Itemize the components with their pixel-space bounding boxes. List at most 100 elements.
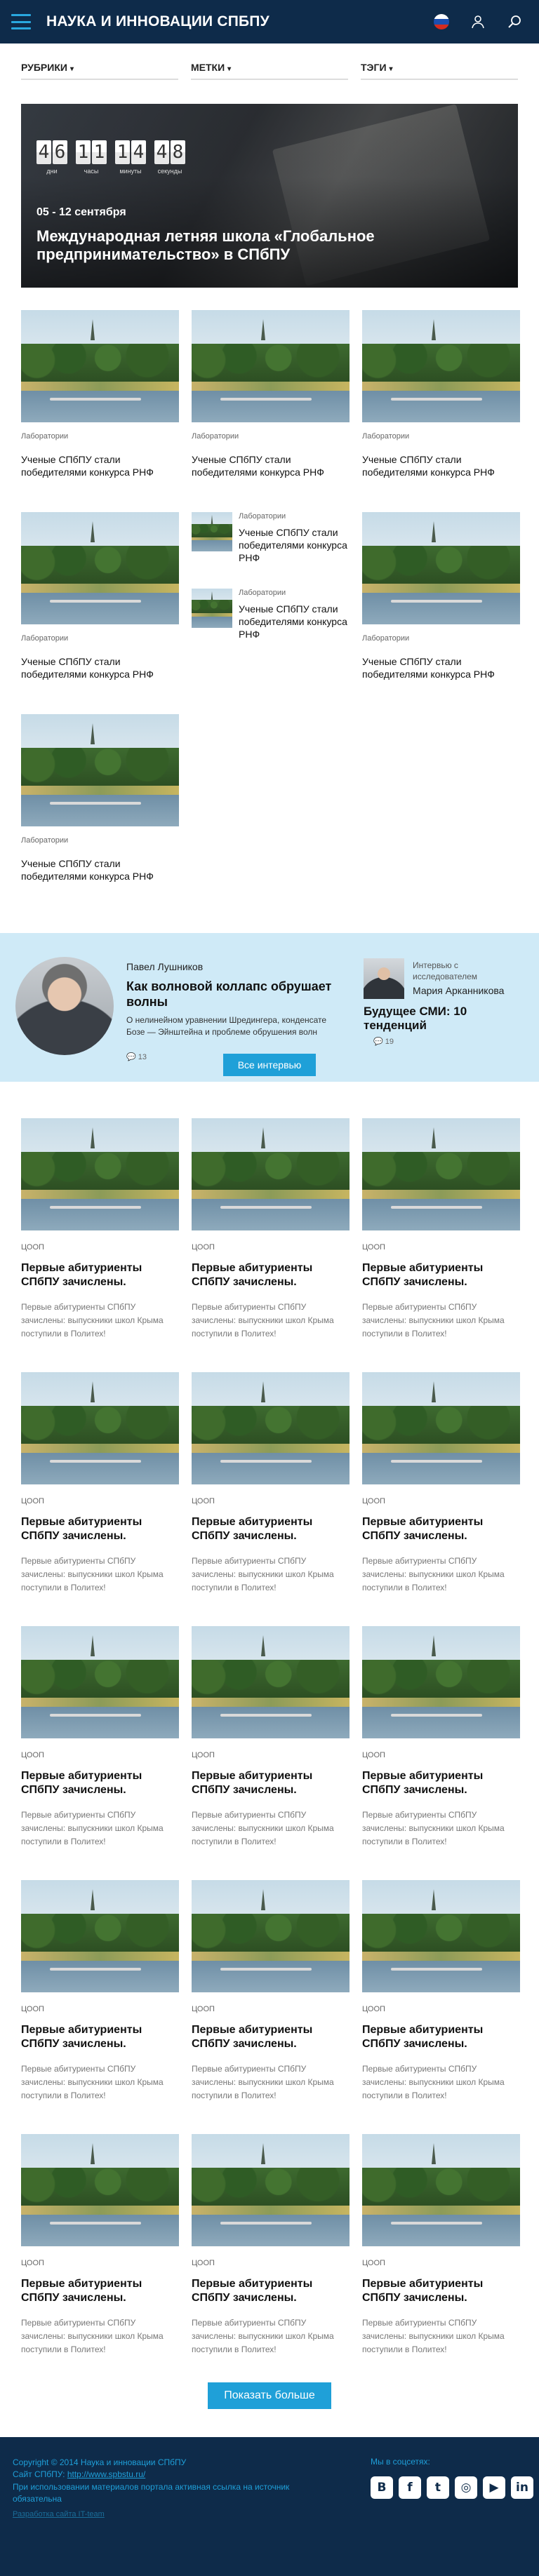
russian-flag-icon[interactable] <box>434 14 449 29</box>
news-card[interactable]: ЦООП Первые абитуриенты СПбПУ зачислены. П… <box>21 1880 179 2103</box>
news-title[interactable]: Первые абитуриенты СПбПУ зачислены. <box>21 1261 179 1289</box>
news-title[interactable]: Ученые СПбПУ стали победителями конкурса… <box>21 453 179 478</box>
news-title[interactable]: Ученые СПбПУ стали победителями конкурса… <box>21 857 179 883</box>
news-photo[interactable] <box>362 512 520 624</box>
site-title[interactable]: НАУКА И ИННОВАЦИИ СПБПУ <box>46 13 434 30</box>
news-photo[interactable] <box>192 310 350 422</box>
rubrics-dropdown[interactable]: РУБРИКИ ▾ <box>21 62 178 80</box>
search-icon[interactable] <box>507 14 522 29</box>
news-title[interactable]: Ученые СПбПУ стали победителями конкурса… <box>21 655 179 680</box>
news-card[interactable]: ЦООП Первые абитуриенты СПбПУ зачислены. П… <box>192 1372 350 1595</box>
news-title[interactable]: Ученые СПбПУ стали победителями конкурса… <box>362 655 520 680</box>
news-thumbnail[interactable] <box>192 588 232 628</box>
news-photo[interactable] <box>21 1118 179 1230</box>
news-category[interactable]: ЦООП <box>192 2259 350 2267</box>
news-title[interactable]: Первые абитуриенты СПбПУ зачислены. <box>21 2277 179 2305</box>
news-category[interactable]: ЦООП <box>21 1497 179 1505</box>
news-card[interactable]: ЦООП Первые абитуриенты СПбПУ зачислены. П… <box>192 1880 350 2103</box>
news-title[interactable]: Первые абитуриенты СПбПУ зачислены. <box>362 1769 520 1797</box>
news-title[interactable]: Ученые СПбПУ стали победителями конкурса… <box>239 603 350 641</box>
news-photo[interactable] <box>21 1626 179 1738</box>
news-title[interactable]: Первые абитуриенты СПбПУ зачислены. <box>362 2277 520 2305</box>
site-link[interactable]: http://www.spbstu.ru/ <box>67 2469 145 2479</box>
news-card[interactable]: ЦООП Первые абитуриенты СПбПУ зачислены. П… <box>192 1118 350 1341</box>
menu-icon[interactable] <box>11 14 31 29</box>
news-title[interactable]: Первые абитуриенты СПбПУ зачислены. <box>21 1515 179 1543</box>
news-title[interactable]: Первые абитуриенты СПбПУ зачислены. <box>21 2023 179 2051</box>
news-card[interactable]: ЦООП Первые абитуриенты СПбПУ зачислены. П… <box>21 1626 179 1849</box>
news-category[interactable]: ЦООП <box>362 2005 520 2013</box>
news-title[interactable]: Первые абитуриенты СПбПУ зачислены. <box>362 1515 520 1543</box>
interviewee-name[interactable]: Павел Лушников <box>126 961 203 972</box>
news-photo[interactable] <box>192 1880 350 1992</box>
news-photo[interactable] <box>362 1118 520 1230</box>
news-category[interactable]: ЦООП <box>21 1243 179 1252</box>
news-thumbnail[interactable] <box>192 512 232 551</box>
news-card[interactable]: ЦООП Первые абитуриенты СПбПУ зачислены. П… <box>21 1372 179 1595</box>
news-photo[interactable] <box>362 1626 520 1738</box>
news-photo[interactable] <box>362 2134 520 2246</box>
news-photo[interactable] <box>21 310 179 422</box>
news-category[interactable]: Лаборатории <box>21 432 179 441</box>
news-category[interactable]: ЦООП <box>192 2005 350 2013</box>
tags-dropdown[interactable]: МЕТКИ ▾ <box>191 62 348 80</box>
news-photo[interactable] <box>21 1880 179 1992</box>
news-title[interactable]: Первые абитуриенты СПбПУ зачислены. <box>362 1261 520 1289</box>
news-photo[interactable] <box>362 1372 520 1484</box>
instagram-icon[interactable]: ◎ <box>455 2476 477 2499</box>
facebook-icon[interactable]: f <box>399 2476 421 2499</box>
news-card[interactable]: ЦООП Первые абитуриенты СПбПУ зачислены. П… <box>362 1118 520 1341</box>
news-category[interactable]: ЦООП <box>21 1751 179 1759</box>
news-category[interactable]: ЦООП <box>362 2259 520 2267</box>
news-card[interactable]: Лаборатории Ученые СПбПУ стали победител… <box>362 310 520 492</box>
interview-title[interactable]: Как волновой коллапс обрушает волны <box>126 979 337 1009</box>
news-photo[interactable] <box>21 512 179 624</box>
news-photo[interactable] <box>192 2134 350 2246</box>
news-category[interactable]: ЦООП <box>362 1243 520 1252</box>
side-interview-title[interactable]: Будущее СМИ: 10 тенденций <box>364 1005 504 1033</box>
news-photo[interactable] <box>192 1118 350 1230</box>
news-category[interactable]: Лаборатории <box>21 634 179 643</box>
user-icon[interactable] <box>470 14 486 29</box>
news-title[interactable]: Ученые СПбПУ стали победителями конкурса… <box>192 453 350 478</box>
news-card[interactable]: ЦООП Первые абитуриенты СПбПУ зачислены. П… <box>362 1626 520 1849</box>
news-category[interactable]: ЦООП <box>192 1497 350 1505</box>
news-title[interactable]: Первые абитуриенты СПбПУ зачислены. <box>362 2023 520 2051</box>
news-card[interactable]: ЦООП Первые абитуриенты СПбПУ зачислены. П… <box>192 1626 350 1849</box>
side-interviewee-name[interactable]: Мария Арканникова <box>413 985 504 996</box>
news-title[interactable]: Первые абитуриенты СПбПУ зачислены. <box>21 1769 179 1797</box>
news-category[interactable]: ЦООП <box>21 2259 179 2267</box>
youtube-icon[interactable]: ▶ <box>483 2476 505 2499</box>
news-category[interactable]: Лаборатории <box>21 836 179 845</box>
news-card[interactable]: Лаборатории Ученые СПбПУ стали победител… <box>21 714 179 897</box>
event-title[interactable]: Международная летняя школа «Глобальное п… <box>36 227 401 264</box>
news-card[interactable]: Лаборатории Ученые СПбПУ стали победител… <box>362 512 520 695</box>
topics-dropdown[interactable]: ТЭГИ ▾ <box>361 62 518 80</box>
news-card[interactable]: Лаборатории Ученые СПбПУ стали победител… <box>192 310 350 492</box>
news-photo[interactable] <box>21 1372 179 1484</box>
vk-icon[interactable]: В <box>371 2476 393 2499</box>
news-title[interactable]: Первые абитуриенты СПбПУ зачислены. <box>192 2023 350 2051</box>
news-category[interactable]: Лаборатории <box>239 512 350 521</box>
news-category[interactable]: ЦООП <box>362 1497 520 1505</box>
interviewee-photo[interactable] <box>15 957 114 1055</box>
news-title[interactable]: Ученые СПбПУ стали победителями конкурса… <box>362 453 520 478</box>
news-title[interactable]: Ученые СПбПУ стали победителями конкурса… <box>239 526 350 565</box>
news-card[interactable]: Лаборатории Ученые СПбПУ стали победител… <box>21 310 179 492</box>
developer-link[interactable]: Разработка сайта IT-team <box>13 2510 526 2518</box>
news-photo[interactable] <box>21 2134 179 2246</box>
news-photo[interactable] <box>21 714 179 826</box>
news-category[interactable]: Лаборатории <box>362 432 520 441</box>
news-category[interactable]: ЦООП <box>192 1751 350 1759</box>
news-photo[interactable] <box>362 1880 520 1992</box>
news-card[interactable]: ЦООП Первые абитуриенты СПбПУ зачислены. П… <box>192 2134 350 2357</box>
featured-event-banner[interactable]: 4 6 дни 1 1 часы 1 4 минуты 4 8 секунды 05 - 12 … <box>21 104 518 288</box>
news-card[interactable]: ЦООП Первые абитуриенты СПбПУ зачислены. П… <box>21 1118 179 1341</box>
linkedin-icon[interactable]: in <box>511 2476 533 2499</box>
news-photo[interactable] <box>192 1372 350 1484</box>
news-photo[interactable] <box>192 1626 350 1738</box>
news-category[interactable]: Лаборатории <box>239 589 350 597</box>
news-category[interactable]: ЦООП <box>362 1751 520 1759</box>
news-card[interactable]: ЦООП Первые абитуриенты СПбПУ зачислены. П… <box>362 1372 520 1595</box>
news-card[interactable]: ЦООП Первые абитуриенты СПбПУ зачислены. П… <box>21 2134 179 2357</box>
